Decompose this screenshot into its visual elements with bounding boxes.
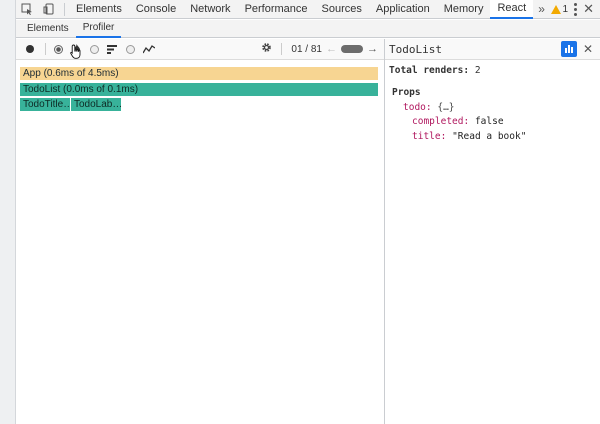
prop-key-todo: todo: [403, 102, 426, 113]
radio-icon: [126, 44, 135, 54]
flame-bar-app[interactable]: App (0.6ms of 4.5ms): [20, 67, 378, 80]
subtab-elements[interactable]: Elements: [20, 20, 76, 38]
selected-fiber-panel: TodoList ✕ Total renders: 2 Props todo: …: [385, 39, 600, 424]
radio-icon: [90, 44, 99, 54]
toolbar-separator: [64, 2, 65, 16]
tab-sources[interactable]: Sources: [315, 0, 369, 19]
record-icon: [25, 45, 34, 53]
total-renders-value: 2: [474, 65, 481, 76]
radio-selected-icon: [54, 44, 63, 54]
side-panel-actions: ✕: [560, 41, 600, 57]
tab-performance[interactable]: Performance: [238, 0, 315, 19]
prop-row-completed: completed: false: [412, 116, 504, 127]
flame-bar-todolist[interactable]: TodoList (0.0ms of 0.1ms): [20, 83, 378, 96]
devtools-window: Elements Console Network Performance Sou…: [16, 0, 600, 424]
prop-value-completed: false: [474, 116, 504, 127]
record-button[interactable]: [22, 41, 37, 58]
view-chart-button[interactable]: [560, 41, 577, 57]
settings-gear-icon[interactable]: [261, 42, 272, 56]
prop-key-title: title: [412, 131, 441, 142]
tab-react[interactable]: React: [490, 0, 534, 19]
interactions-view-radio[interactable]: [123, 41, 138, 58]
left-window-edge: [0, 0, 16, 424]
interactions-chart-icon: [141, 41, 156, 58]
close-panel-icon[interactable]: ✕: [581, 42, 595, 56]
toolbar-separator: [281, 43, 283, 55]
close-devtools-icon[interactable]: ✕: [583, 1, 594, 17]
tab-memory[interactable]: Memory: [437, 0, 491, 19]
inspect-element-icon[interactable]: [16, 0, 38, 19]
device-toolbar-icon[interactable]: [38, 0, 60, 19]
side-panel-header: TodoList ✕: [385, 39, 600, 60]
warning-count: 1: [562, 3, 569, 15]
selected-component-title: TodoList: [389, 42, 442, 56]
warning-indicator[interactable]: 1: [550, 3, 569, 15]
toolbar-separator: [45, 43, 46, 55]
props-header: Props: [392, 87, 421, 98]
react-sub-tab-bar: Elements Profiler: [16, 20, 600, 38]
tab-application[interactable]: Application: [369, 0, 437, 19]
prop-value-title: "Read a book": [452, 131, 527, 142]
prop-row-todo[interactable]: todo: {…}: [403, 102, 455, 113]
flamegraph-view-radio[interactable]: [51, 41, 66, 58]
warning-icon: [550, 4, 561, 14]
flame-bar-todotitle[interactable]: TodoTitle…: [20, 98, 71, 111]
prop-key-completed: completed: [412, 116, 464, 127]
commit-navigator: 01 / 81 ← →: [261, 42, 384, 56]
commit-bar-chart[interactable]: [341, 45, 363, 53]
total-renders: Total renders: 2: [389, 65, 481, 76]
flame-bar-todolabel[interactable]: TodoLab…: [71, 98, 122, 111]
more-tabs-chevron-icon[interactable]: »: [533, 2, 550, 16]
tab-console[interactable]: Console: [129, 0, 183, 19]
next-commit-arrow-icon[interactable]: →: [367, 43, 378, 55]
prop-value-todo: {…}: [437, 102, 455, 113]
total-renders-label: Total renders:: [389, 65, 470, 76]
prop-row-title: title: "Read a book": [412, 131, 527, 142]
tab-elements[interactable]: Elements: [69, 0, 129, 19]
ranked-chart-icon: [105, 41, 120, 58]
main-tab-bar: Elements Console Network Performance Sou…: [16, 0, 600, 19]
previous-commit-arrow-icon[interactable]: ←: [326, 43, 337, 55]
tab-network[interactable]: Network: [183, 0, 237, 19]
right-tools: 1 ✕: [550, 1, 600, 17]
subtab-profiler[interactable]: Profiler: [75, 20, 122, 38]
commit-counter: 01 / 81: [291, 43, 322, 55]
ranked-view-radio[interactable]: [87, 41, 102, 58]
hand-pointer-cursor-icon: [70, 44, 82, 62]
more-options-icon[interactable]: [574, 2, 578, 16]
